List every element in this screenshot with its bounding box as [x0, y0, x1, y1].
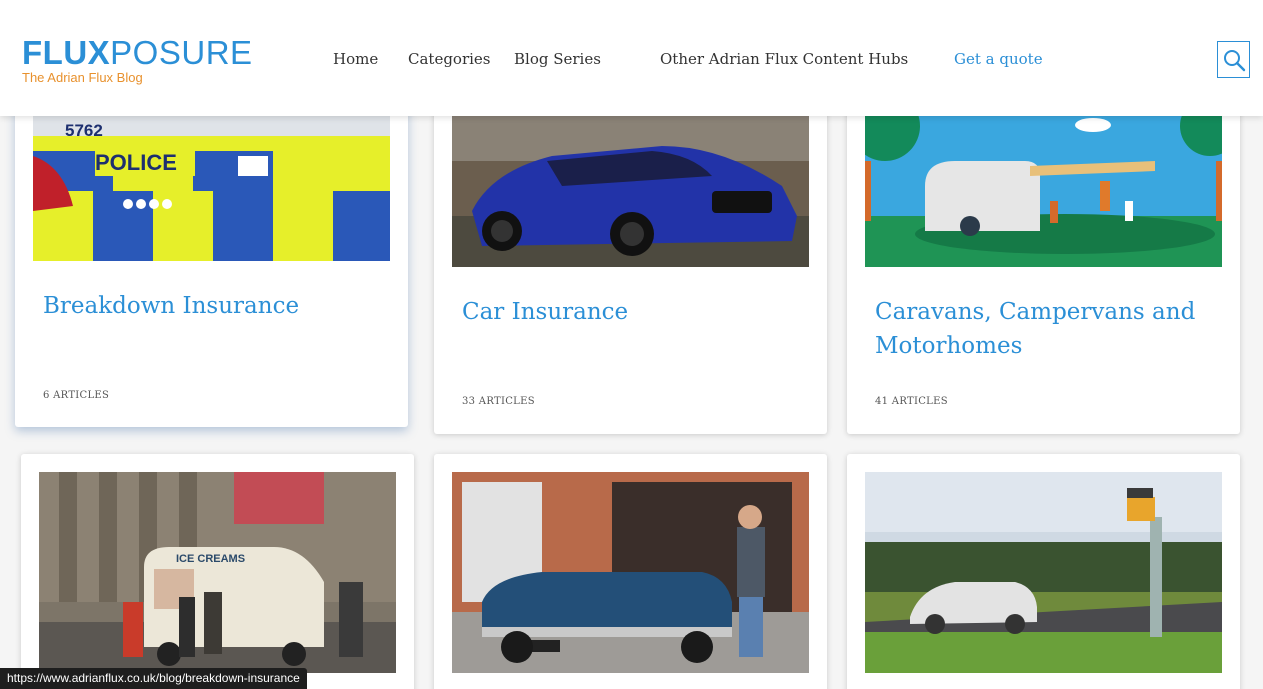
card-title[interactable]: Breakdown Insurance — [43, 289, 383, 323]
svg-text:POLICE: POLICE — [95, 150, 177, 175]
category-card-4[interactable]: ICE CREAMS — [21, 454, 414, 689]
card-article-count: 41 ARTICLES — [875, 396, 948, 407]
card-title[interactable]: Car Insurance — [462, 295, 802, 329]
search-icon — [1223, 49, 1245, 71]
nav-blog-series[interactable]: Blog Series — [514, 50, 601, 68]
category-card-breakdown-insurance[interactable]: POLICE 5762 Breakdown Insurance 6 ARTICL… — [15, 96, 408, 427]
speed-camera-photo — [865, 472, 1222, 673]
nav-categories[interactable]: Categories — [408, 50, 491, 68]
search-button[interactable] — [1217, 41, 1250, 78]
page: FLUXPOSURE The Adrian Flux Blog Home Cat… — [0, 0, 1263, 689]
logo-tagline: The Adrian Flux Blog — [22, 70, 143, 85]
browser-status-url: https://www.adrianflux.co.uk/blog/breakd… — [0, 668, 307, 689]
nav-other-content-hubs[interactable]: Other Adrian Flux Content Hubs — [660, 50, 908, 68]
category-card-5[interactable] — [434, 454, 827, 689]
category-card-car-insurance[interactable]: Car Insurance 33 ARTICLES — [434, 96, 827, 434]
campervan-illustration — [865, 116, 1222, 267]
site-logo[interactable]: FLUXPOSURE The Adrian Flux Blog — [22, 36, 253, 85]
svg-text:ICE CREAMS: ICE CREAMS — [176, 553, 245, 565]
classic-convertible-photo — [452, 472, 809, 673]
ice-cream-van-photo: ICE CREAMS — [39, 472, 396, 673]
logo-wordmark: FLUXPOSURE — [22, 34, 253, 71]
nav-get-a-quote[interactable]: Get a quote — [954, 50, 1043, 68]
category-card-6[interactable] — [847, 454, 1240, 689]
card-article-count: 33 ARTICLES — [462, 396, 535, 407]
svg-text:5762: 5762 — [65, 121, 103, 140]
nav-home[interactable]: Home — [333, 50, 378, 68]
site-header: FLUXPOSURE The Adrian Flux Blog Home Cat… — [0, 0, 1263, 116]
card-article-count: 6 ARTICLES — [43, 390, 110, 401]
category-card-caravans-campervans-motorhomes[interactable]: Caravans, Campervans and Motorhomes 41 A… — [847, 96, 1240, 434]
police-car-photo: POLICE 5762 — [33, 96, 390, 261]
card-title[interactable]: Caravans, Campervans and Motorhomes — [875, 295, 1215, 363]
blue-audi-photo — [452, 116, 809, 267]
